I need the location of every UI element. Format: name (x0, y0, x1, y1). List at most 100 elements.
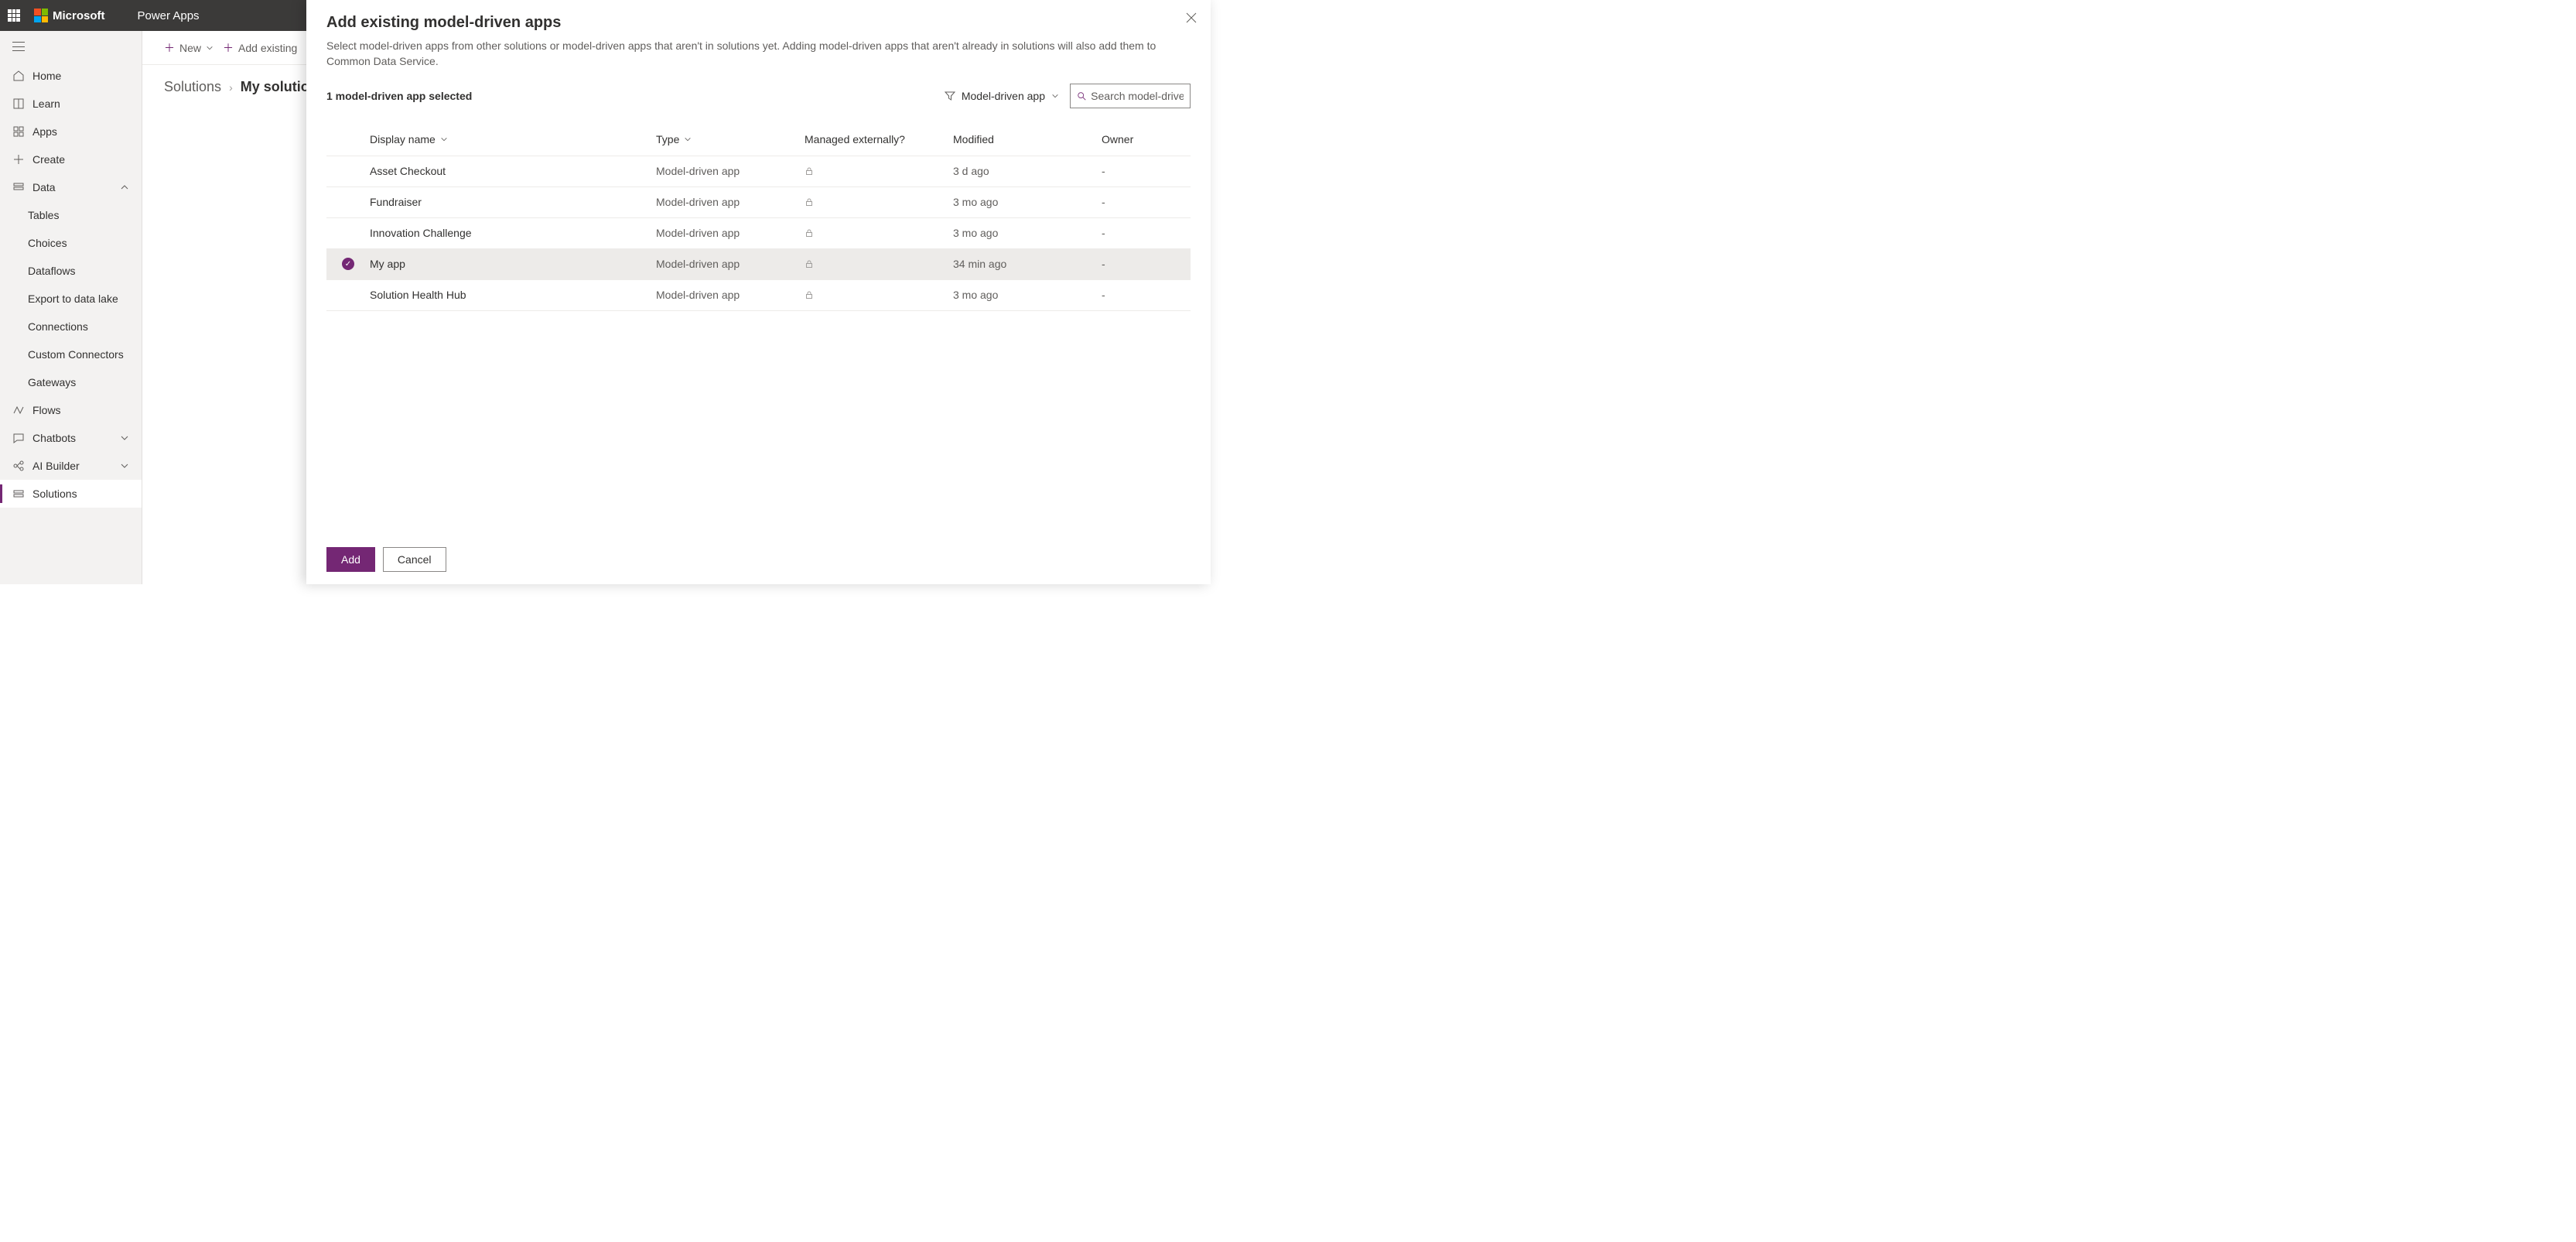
breadcrumb-root[interactable]: Solutions (164, 79, 221, 95)
sidebar-item-chatbots[interactable]: Chatbots (0, 424, 142, 452)
sidebar-item-ai-builder[interactable]: AI Builder (0, 452, 142, 480)
panel-title: Add existing model-driven apps (326, 14, 1191, 32)
row-owner: - (1102, 196, 1191, 208)
table-row[interactable]: ✓ My appModel-driven app 34 min ago- (326, 249, 1191, 280)
column-header-modified[interactable]: Modified (953, 133, 994, 145)
add-button[interactable]: Add (326, 547, 375, 572)
plus-icon: ＋ (223, 40, 234, 56)
column-header-owner[interactable]: Owner (1102, 133, 1133, 145)
sidebar-item-export-data-lake[interactable]: Export to data lake (0, 285, 142, 313)
microsoft-logo-icon (34, 9, 48, 22)
row-managed (805, 166, 953, 176)
sidebar-item-label: Learn (32, 98, 60, 110)
brand-logo: Microsoft (34, 9, 105, 22)
row-owner: - (1102, 165, 1191, 177)
table-header: Display name Type Managed externally? Mo… (326, 124, 1191, 156)
solutions-icon (12, 488, 25, 500)
sidebar-item-label: Export to data lake (28, 293, 118, 305)
home-icon (12, 70, 25, 82)
sidebar-item-learn[interactable]: Learn (0, 90, 142, 118)
column-header-display-name[interactable]: Display name (370, 133, 448, 145)
selected-check-icon: ✓ (342, 258, 354, 270)
close-icon (1186, 12, 1197, 23)
sidebar-item-connections[interactable]: Connections (0, 313, 142, 340)
table-row[interactable]: Innovation ChallengeModel-driven app3 mo… (326, 218, 1191, 249)
row-type: Model-driven app (656, 165, 805, 177)
column-header-managed[interactable]: Managed externally? (805, 133, 905, 145)
lock-icon (805, 259, 953, 269)
row-managed (805, 228, 953, 238)
search-icon (1077, 91, 1086, 101)
sidebar-item-data[interactable]: Data (0, 173, 142, 201)
filter-label: Model-driven app (962, 90, 1045, 102)
new-button[interactable]: ＋ New (164, 40, 214, 56)
sidebar-item-label: Dataflows (28, 265, 75, 277)
table-row[interactable]: Asset CheckoutModel-driven app 3 d ago- (326, 156, 1191, 187)
table-row[interactable]: Solution Health HubModel-driven app3 mo … (326, 280, 1191, 311)
sidebar-item-label: Custom Connectors (28, 348, 124, 361)
sidebar: Home Learn Apps Create Data Tables Choic… (0, 31, 142, 584)
sidebar-item-apps[interactable]: Apps (0, 118, 142, 145)
row-type: Model-driven app (656, 196, 805, 208)
row-name: Fundraiser (370, 196, 656, 208)
sidebar-item-choices[interactable]: Choices (0, 229, 142, 257)
breadcrumb-current: My solutio (241, 79, 309, 95)
lock-icon (805, 290, 953, 299)
app-launcher-icon[interactable] (8, 9, 20, 22)
sidebar-item-label: Flows (32, 404, 61, 416)
sidebar-item-flows[interactable]: Flows (0, 396, 142, 424)
brand-text: Microsoft (53, 9, 105, 22)
chevron-up-icon (120, 183, 129, 192)
search-box[interactable] (1070, 84, 1191, 108)
add-existing-label: Add existing (238, 42, 297, 54)
plus-icon: ＋ (164, 40, 175, 56)
row-managed (805, 259, 953, 269)
row-name: Asset Checkout (370, 165, 656, 177)
row-type: Model-driven app (656, 258, 805, 270)
row-managed (805, 290, 953, 299)
sidebar-item-solutions[interactable]: Solutions (0, 480, 142, 508)
sidebar-item-label: Gateways (28, 376, 76, 388)
row-type: Model-driven app (656, 227, 805, 239)
sidebar-item-gateways[interactable]: Gateways (0, 368, 142, 396)
hamburger-icon (12, 42, 25, 51)
lock-icon (805, 228, 953, 238)
hamburger-button[interactable] (0, 31, 142, 62)
sidebar-item-label: Apps (32, 125, 57, 138)
panel-footer: Add Cancel (306, 535, 1211, 584)
new-button-label: New (179, 42, 201, 54)
chevron-down-icon (684, 135, 692, 143)
row-modified: 3 mo ago (953, 196, 1102, 208)
row-owner: - (1102, 289, 1191, 301)
table-row[interactable]: FundraiserModel-driven app 3 mo ago- (326, 187, 1191, 218)
row-modified: 34 min ago (953, 258, 1102, 270)
chevron-down-icon (120, 433, 129, 443)
sidebar-item-tables[interactable]: Tables (0, 201, 142, 229)
sidebar-item-label: Choices (28, 237, 67, 249)
row-owner: - (1102, 227, 1191, 239)
cancel-button[interactable]: Cancel (383, 547, 446, 572)
close-button[interactable] (1186, 12, 1197, 23)
add-existing-apps-panel: Add existing model-driven apps Select mo… (306, 0, 1211, 584)
sidebar-item-home[interactable]: Home (0, 62, 142, 90)
chevron-down-icon (206, 44, 214, 52)
panel-header: Add existing model-driven apps (306, 0, 1211, 38)
search-input[interactable] (1091, 90, 1184, 102)
row-modified: 3 mo ago (953, 289, 1102, 301)
book-icon (12, 98, 25, 110)
sidebar-item-label: Tables (28, 209, 59, 221)
sidebar-item-custom-connectors[interactable]: Custom Connectors (0, 340, 142, 368)
sidebar-item-dataflows[interactable]: Dataflows (0, 257, 142, 285)
lock-icon (805, 166, 953, 176)
sidebar-item-label: Home (32, 70, 61, 82)
app-name[interactable]: Power Apps (138, 9, 200, 22)
sidebar-item-label: Create (32, 153, 65, 166)
row-modified: 3 d ago (953, 165, 1102, 177)
column-header-type[interactable]: Type (656, 133, 692, 145)
sidebar-item-create[interactable]: Create (0, 145, 142, 173)
add-existing-button[interactable]: ＋ Add existing (223, 40, 297, 56)
filter-dropdown[interactable]: Model-driven app (945, 90, 1059, 102)
breadcrumb-separator: › (229, 81, 233, 94)
row-name: My app (370, 258, 656, 270)
row-owner: - (1102, 258, 1191, 270)
